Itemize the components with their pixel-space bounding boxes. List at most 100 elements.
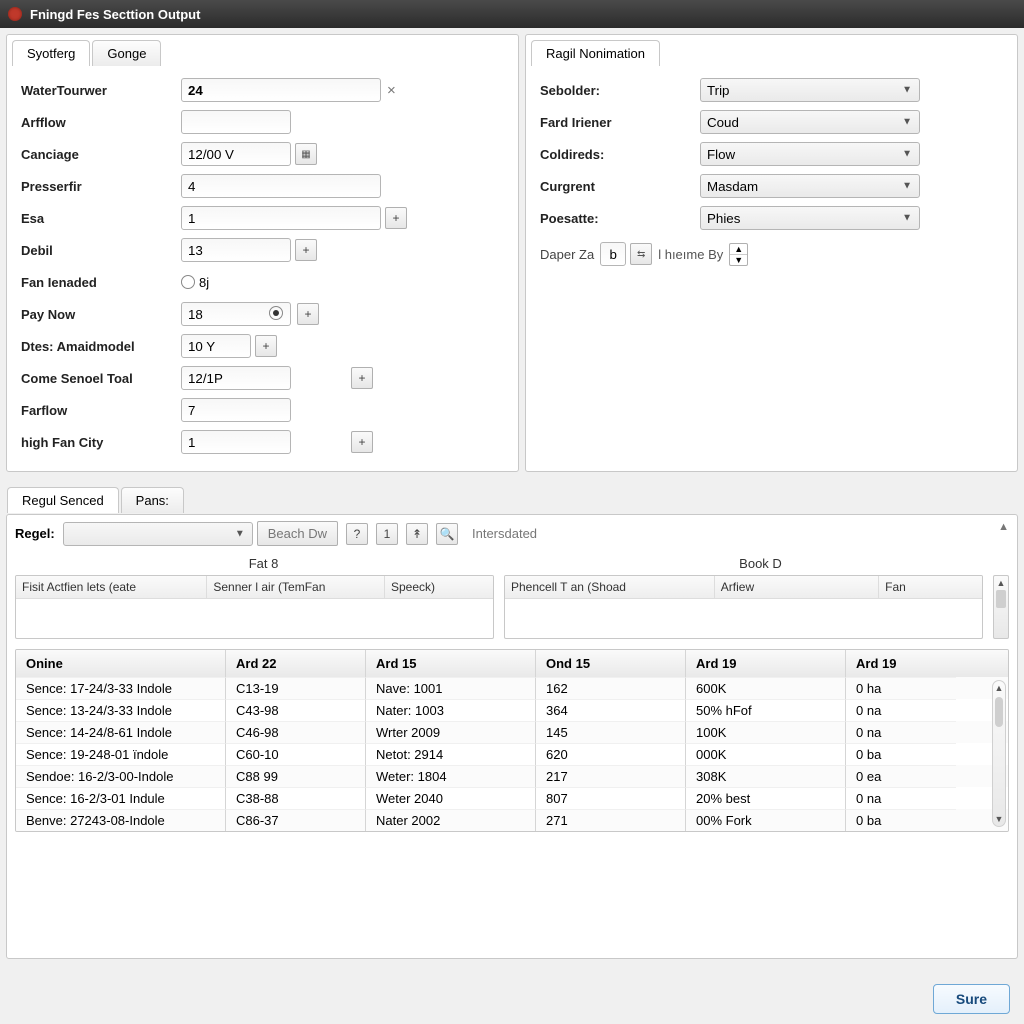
bookd-listbox[interactable]: Phencell T an (Shoad Arfiew Fan: [504, 575, 983, 639]
daper-swap-icon[interactable]: ⇆: [630, 243, 652, 265]
table-cell: 20% best: [686, 787, 846, 809]
input-daper[interactable]: [600, 242, 626, 266]
table-cell: C86-37: [226, 809, 366, 831]
table-cell: Nater 2002: [366, 809, 536, 831]
grid-h3[interactable]: Ond 15: [536, 650, 686, 677]
bookd-title: Book D: [512, 552, 1009, 575]
scroll-thumb[interactable]: [995, 697, 1003, 727]
input-arfflow[interactable]: [181, 110, 291, 134]
table-cell: Sence: 13-24/3-33 Indole: [16, 699, 226, 721]
come-senoel-add-button[interactable]: +: [351, 367, 373, 389]
step-icon[interactable]: 1: [376, 523, 398, 545]
table-cell: Wrter 2009: [366, 721, 536, 743]
input-debil[interactable]: [181, 238, 291, 262]
table-cell: 0 ba: [846, 809, 956, 831]
grid-header-row: Onine Ard 22 Ard 15 Ond 15 Ard 19 Ard 19: [16, 650, 1008, 677]
label-coldireds: Coldireds:: [540, 147, 700, 162]
select-fard-iriener[interactable]: Coud: [700, 110, 920, 134]
daper-step-down[interactable]: ▼: [730, 254, 747, 265]
label-fard-iriener: Fard Iriener: [540, 115, 700, 130]
tab-ragil-nonimation[interactable]: Ragil Nonimation: [531, 40, 660, 66]
esa-add-button[interactable]: +: [385, 207, 407, 229]
input-canciage[interactable]: [181, 142, 291, 166]
canciage-picker-icon[interactable]: ▦: [295, 143, 317, 165]
collapse-icon[interactable]: ▲: [998, 521, 1009, 533]
tab-pans[interactable]: Pans:: [121, 487, 184, 513]
grid-h1[interactable]: Ard 22: [226, 650, 366, 677]
amaidmodel-add-button[interactable]: +: [255, 335, 277, 357]
grid-h2[interactable]: Ard 15: [366, 650, 536, 677]
subcols-scrollbar[interactable]: ▲: [993, 575, 1009, 639]
scroll-up-icon[interactable]: ▲: [993, 681, 1006, 695]
table-row[interactable]: Sence: 13-24/3-33 IndoleC43-98Nater: 100…: [16, 699, 1008, 721]
high-fan-city-add-button[interactable]: +: [351, 431, 373, 453]
select-curgrent[interactable]: Masdam: [700, 174, 920, 198]
grid-h4[interactable]: Ard 19: [686, 650, 846, 677]
bookd-col-0[interactable]: Phencell T an (Shoad: [505, 576, 715, 599]
daper-step-up[interactable]: ▲: [730, 244, 747, 254]
input-farflow[interactable]: [181, 398, 291, 422]
help-icon[interactable]: ?: [346, 523, 368, 545]
table-row[interactable]: Benve: 27243-08-IndoleC86-37Nater 200227…: [16, 809, 1008, 831]
debil-add-button[interactable]: +: [295, 239, 317, 261]
lower-panel: ▲ Regel: ▼ Beach Dw ? 1 ↟ 🔍 Intersdated …: [6, 514, 1018, 959]
fat8-col-2[interactable]: Speeck): [385, 576, 493, 599]
fat8-listbox[interactable]: Fisit Actfien lets (eate Senner l air (T…: [15, 575, 494, 639]
table-cell: 308K: [686, 765, 846, 787]
scroll-down-icon[interactable]: ▼: [993, 812, 1006, 826]
select-poesatte[interactable]: Phies: [700, 206, 920, 230]
results-grid: Onine Ard 22 Ard 15 Ond 15 Ard 19 Ard 19…: [15, 649, 1009, 832]
label-regel: Regel:: [15, 526, 55, 541]
scroll-up-icon[interactable]: ▲: [997, 578, 1006, 588]
table-cell: 620: [536, 743, 686, 765]
table-cell: C88 99: [226, 765, 366, 787]
fan-ienaded-radio[interactable]: [181, 275, 195, 289]
nav-icon[interactable]: ↟: [406, 523, 428, 545]
grid-h5[interactable]: Ard 19: [846, 650, 956, 677]
table-cell: C13-19: [226, 677, 366, 699]
tab-syotferg[interactable]: Syotferg: [12, 40, 90, 66]
fat8-col-1[interactable]: Senner l air (TemFan: [207, 576, 385, 599]
input-high-fan-city[interactable]: [181, 430, 291, 454]
table-row[interactable]: Sence: 16-2/3-01 InduleC38-88Weter 20408…: [16, 787, 1008, 809]
bookd-col-1[interactable]: Arfiew: [715, 576, 879, 599]
table-cell: 145: [536, 721, 686, 743]
table-row[interactable]: Sence: 17-24/3-33 IndoleC13-19Nave: 1001…: [16, 677, 1008, 699]
table-cell: Sence: 17-24/3-33 Indole: [16, 677, 226, 699]
table-cell: Sence: 16-2/3-01 Indule: [16, 787, 226, 809]
input-water-torwer[interactable]: [181, 78, 381, 102]
grid-h0[interactable]: Onine: [16, 650, 226, 677]
select-sebolder[interactable]: Trip: [700, 78, 920, 102]
sure-button[interactable]: Sure: [933, 984, 1010, 1014]
select-regel[interactable]: [63, 522, 253, 546]
table-cell: 0 ha: [846, 677, 956, 699]
table-row[interactable]: Sence: 19-248-01 ïndoleC60-10Netot: 2914…: [16, 743, 1008, 765]
label-pay-now: Pay Now: [21, 307, 181, 322]
bookd-col-2[interactable]: Fan: [879, 576, 982, 599]
table-cell: 364: [536, 699, 686, 721]
table-cell: 000K: [686, 743, 846, 765]
tab-regul-senced[interactable]: Regul Senced: [7, 487, 119, 513]
search-icon[interactable]: 🔍: [436, 523, 458, 545]
tab-gonge[interactable]: Gonge: [92, 40, 161, 66]
label-arfflow: Arfflow: [21, 115, 181, 130]
input-come-senoel[interactable]: [181, 366, 291, 390]
table-cell: Sence: 19-248-01 ïndole: [16, 743, 226, 765]
select-coldireds[interactable]: Flow: [700, 142, 920, 166]
label-curgrent: Curgrent: [540, 179, 700, 194]
label-amaidmodel: Dtes: Amaidmodel: [21, 339, 181, 354]
clear-water-torwer-icon[interactable]: ×: [387, 82, 396, 99]
input-presserfir[interactable]: [181, 174, 381, 198]
daper-suffix: l hıeıme By: [658, 247, 723, 262]
beach-button[interactable]: Beach Dw: [257, 521, 338, 546]
grid-scrollbar[interactable]: ▲ ▼: [992, 680, 1006, 827]
table-row[interactable]: Sence: 14-24/8-61 IndoleC46-98Wrter 2009…: [16, 721, 1008, 743]
table-cell: C60-10: [226, 743, 366, 765]
scroll-thumb[interactable]: [996, 590, 1006, 608]
label-presserfir: Presserfir: [21, 179, 181, 194]
fat8-col-0[interactable]: Fisit Actfien lets (eate: [16, 576, 207, 599]
table-row[interactable]: Sendoe: 16-2/3-00-IndoleC88 99Weter: 180…: [16, 765, 1008, 787]
input-esa[interactable]: [181, 206, 381, 230]
input-amaidmodel[interactable]: [181, 334, 251, 358]
pay-now-add-button[interactable]: +: [297, 303, 319, 325]
